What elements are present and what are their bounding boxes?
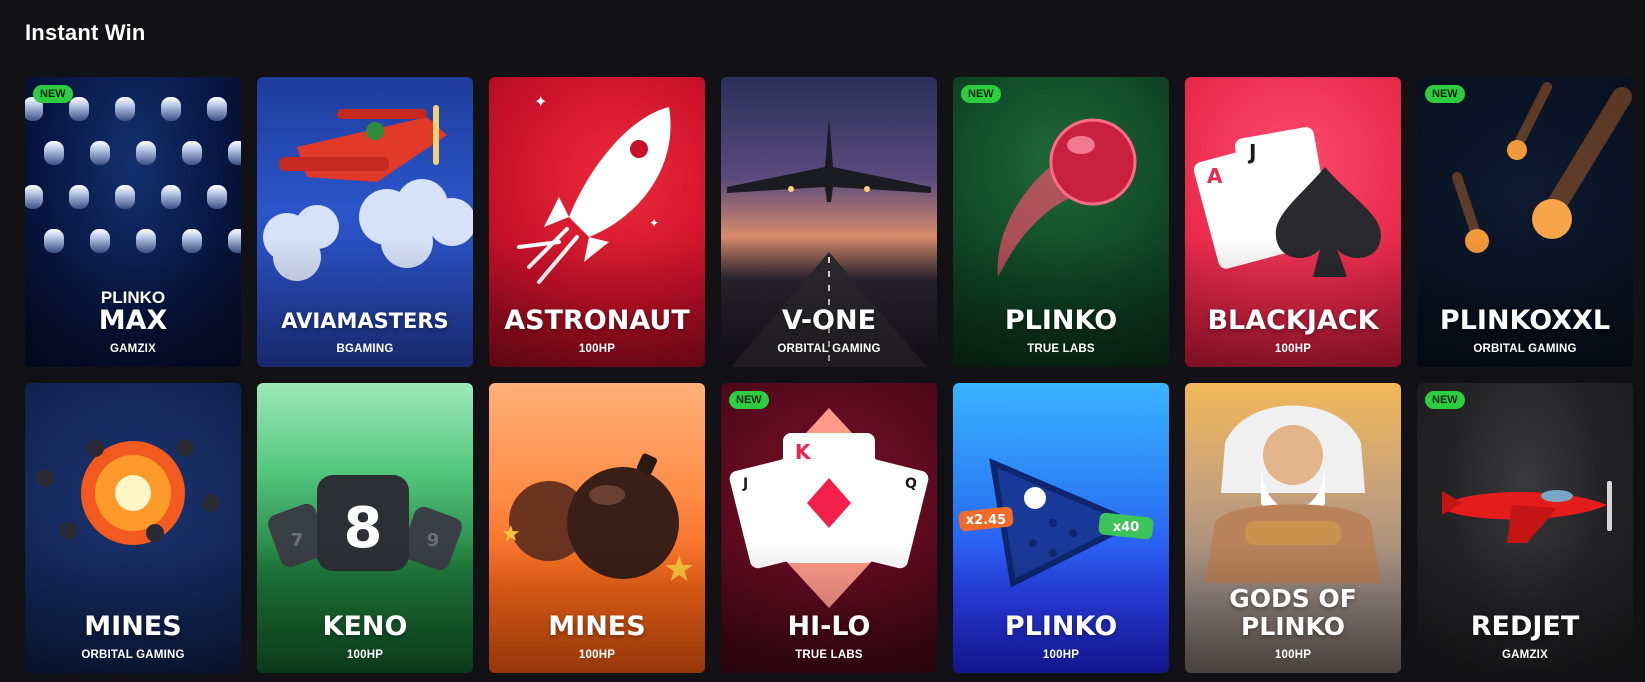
game-card-blackjack[interactable]: A J BLACKJACK 100HP [1185,77,1401,367]
game-card-mines-100hp[interactable]: ★ ★ MINES 100HP [489,383,705,673]
game-title: PLINKOXXL [1439,305,1611,336]
game-card-plinkoxxl[interactable]: NEW PLINKOXXL ORBITAL GAMING [1417,77,1633,367]
game-title: PLINKO [1004,611,1118,642]
game-title: AVIAMASTERS [281,309,449,333]
game-card-gods-of-plinko[interactable]: GODS OF PLINKO 100HP [1185,383,1401,673]
game-card-hi-lo[interactable]: K J Q NEW HI-LO TRUE LABS [721,383,937,673]
game-provider: 100HP [578,649,616,661]
game-card-redjet[interactable]: NEW REDJET GAMZIX [1417,383,1633,673]
game-provider: TRUE LABS [1027,343,1095,355]
game-provider: GAMZIX [110,343,156,355]
game-title: MINES [548,611,646,642]
game-provider: 100HP [346,649,384,661]
multiplier-chip-right: x40 [1113,520,1139,535]
game-card-mines-orbital[interactable]: MINES ORBITAL GAMING [25,383,241,673]
game-title: PLINKO [1004,305,1118,336]
game-card-plinko-truelabs[interactable]: NEW PLINKO TRUE LABS [953,77,1169,367]
game-title: HI-LO [787,611,871,642]
game-title: ASTRONAUT [504,305,690,336]
game-grid: NEW PLINKO MAX GAMZIX AVIAMASTERS BGAMIN… [25,77,1633,673]
svg-text:✦: ✦ [534,92,547,111]
game-card-astronaut[interactable]: ✦ ✦ ASTRONAUT 100HP [489,77,705,367]
card-rank-k: K [795,440,812,464]
game-provider: 100HP [1042,649,1080,661]
game-card-aviamasters[interactable]: AVIAMASTERS BGAMING [257,77,473,367]
game-provider: ORBITAL GAMING [777,343,881,355]
game-title: REDJET [1470,611,1580,642]
game-provider: TRUE LABS [795,649,863,661]
svg-text:✦: ✦ [649,216,659,230]
game-provider: 100HP [1274,649,1312,661]
game-card-plinko-100hp[interactable]: x2.45 x40 PLINKO 100HP [953,383,1169,673]
multiplier-chip-left: x2.45 [966,513,1006,528]
new-badge: NEW [33,85,73,103]
game-provider: GAMZIX [1502,649,1548,661]
game-card-v-one[interactable]: V-ONE ORBITAL GAMING [721,77,937,367]
new-badge: NEW [729,391,769,409]
card-rank-a: A [1207,164,1223,188]
game-title: BLACKJACK [1207,305,1379,336]
new-badge: NEW [961,85,1001,103]
game-title: MINES [84,611,182,642]
game-provider: BGAMING [336,343,394,355]
game-title: KENO [322,611,408,642]
new-badge: NEW [1425,391,1465,409]
game-provider: 100HP [578,343,616,355]
game-provider: ORBITAL GAMING [81,649,185,661]
card-rank-q: Q [905,476,917,492]
new-badge: NEW [1425,85,1465,103]
game-provider: 100HP [1274,343,1312,355]
game-card-keno[interactable]: 8 7 9 KENO 100HP [257,383,473,673]
card-rank-j: J [742,476,748,492]
game-title: V-ONE [781,305,877,336]
game-provider: ORBITAL GAMING [1473,343,1577,355]
game-title: MAX [98,305,168,336]
card-rank-j: J [1247,140,1256,164]
section-title: Instant Win [25,20,146,45]
game-card-plinko-max[interactable]: NEW PLINKO MAX GAMZIX [25,77,241,367]
game-title: GODS OF PLINKO [1229,584,1357,641]
